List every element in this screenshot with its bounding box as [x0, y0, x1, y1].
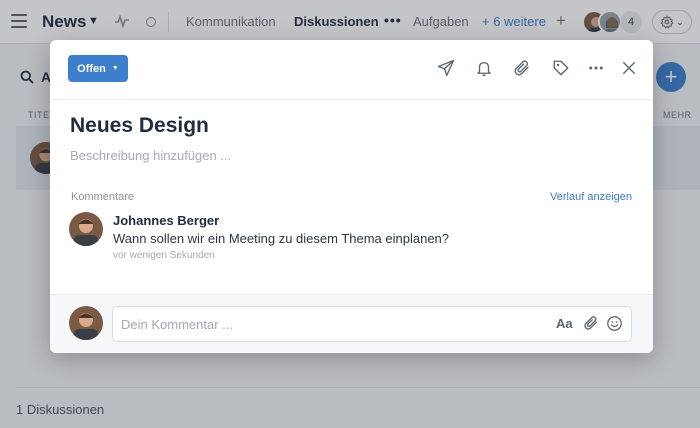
caret-down-icon: ▼: [111, 65, 119, 72]
paperclip-icon[interactable]: [513, 59, 533, 79]
comment-timestamp: vor wenigen Sekunden: [113, 250, 215, 261]
tag-icon[interactable]: [552, 59, 572, 79]
status-dropdown-button[interactable]: Offen ▼: [68, 55, 128, 82]
discussion-modal: Offen ▼ Neues Design Beschreibung hinzuf…: [50, 40, 653, 353]
avatar: [69, 212, 103, 246]
discussion-title[interactable]: Neues Design: [70, 114, 209, 138]
bell-icon[interactable]: [475, 59, 495, 79]
comment-author: Johannes Berger: [113, 213, 220, 228]
send-icon[interactable]: [437, 59, 457, 79]
comment-composer: Aa: [50, 294, 653, 353]
comments-section-label: Kommentare: [71, 191, 134, 203]
description-field[interactable]: Beschreibung hinzufügen ...: [70, 148, 231, 163]
emoji-icon[interactable]: [606, 315, 623, 337]
more-icon[interactable]: [587, 59, 607, 79]
avatar: [69, 306, 103, 340]
modal-header: Offen ▼: [50, 40, 653, 100]
comment-text: Wann sollen wir ein Meeting zu diesem Th…: [113, 231, 450, 246]
close-icon[interactable]: [620, 59, 640, 79]
status-label: Offen: [77, 62, 106, 75]
paperclip-icon[interactable]: [583, 315, 599, 336]
text-format-icon[interactable]: Aa: [556, 316, 573, 331]
show-history-link[interactable]: Verlauf anzeigen: [550, 191, 632, 203]
comment-input[interactable]: [112, 306, 632, 342]
